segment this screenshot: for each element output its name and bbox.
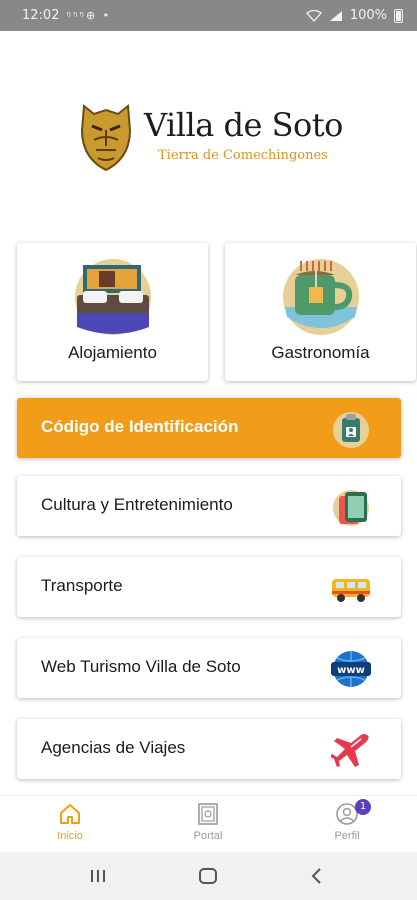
row-cultura-entretenimiento[interactable]: Cultura y Entretenimiento	[17, 476, 401, 536]
phone-icon	[333, 490, 369, 526]
row-label: Web Turismo Villa de Soto	[41, 657, 241, 676]
back-icon[interactable]	[305, 866, 329, 886]
system-navigation-bar	[0, 852, 417, 900]
portal-icon	[198, 803, 218, 825]
nav-label: Portal	[193, 830, 223, 842]
status-time: 12:02	[22, 8, 60, 23]
status-bar: 12:02 ᵑᵑᵑ⊕ • 100%	[0, 0, 417, 31]
tile-label: Alojamiento	[68, 343, 157, 362]
logo-subtitle: Tierra de Comechingones	[158, 148, 328, 163]
battery-icon	[394, 8, 403, 23]
logo-title: Villa de Soto	[144, 106, 343, 144]
www-globe-icon: www	[331, 651, 371, 687]
bottom-navigation: Inicio Portal 1 Perfil	[0, 795, 417, 852]
svg-text:www: www	[337, 665, 365, 676]
id-badge-icon	[333, 412, 369, 448]
bus-icon	[332, 579, 370, 602]
bed-icon	[75, 259, 151, 335]
tile-alojamiento[interactable]: Alojamiento	[17, 243, 208, 381]
tile-gastronomia[interactable]: Gastronomía	[225, 243, 416, 381]
tile-label: Gastronomía	[271, 343, 370, 362]
row-codigo-identificacion[interactable]: Código de Identificación	[17, 398, 401, 458]
nav-inicio[interactable]: Inicio	[30, 802, 110, 842]
signal-icon	[329, 10, 342, 21]
row-web-turismo[interactable]: Web Turismo Villa de Soto www	[17, 638, 401, 698]
wifi-icon	[305, 9, 322, 22]
recent-apps-icon[interactable]	[86, 866, 110, 886]
row-label: Agencias de Viajes	[41, 738, 186, 757]
nav-label: Perfil	[334, 830, 360, 842]
nav-label: Inicio	[57, 830, 83, 842]
nav-portal[interactable]: Portal	[168, 802, 248, 842]
airplane-icon	[331, 734, 369, 767]
row-transporte[interactable]: Transporte	[17, 557, 401, 617]
notification-badge: 1	[355, 799, 371, 815]
notification-icons: ᵑᵑᵑ⊕ •	[66, 9, 112, 22]
nav-perfil[interactable]: 1 Perfil	[307, 799, 387, 842]
teacup-icon	[283, 259, 359, 335]
row-label: Transporte	[41, 576, 123, 595]
app-logo: Villa de Soto Tierra de Comechingones	[78, 100, 343, 172]
row-label: Cultura y Entretenimiento	[41, 495, 233, 514]
row-label: Código de Identificación	[41, 417, 239, 436]
home-button-icon[interactable]	[196, 866, 220, 886]
battery-text: 100%	[349, 8, 387, 23]
home-icon	[60, 804, 80, 824]
mask-logo-icon	[80, 104, 132, 172]
row-agencias-viajes[interactable]: Agencias de Viajes	[17, 719, 401, 779]
